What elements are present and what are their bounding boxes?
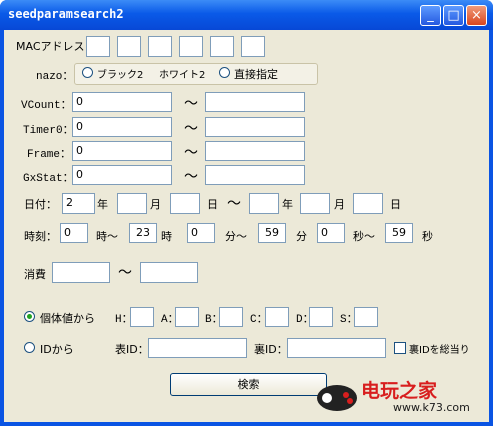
iv-mode-label[interactable]: 個体値から	[40, 310, 95, 326]
gxstat-tilde: ～	[184, 169, 198, 185]
nazo-label: nazo：	[36, 71, 74, 83]
title-bar[interactable]: seedparamsearch2 _ □ ×	[0, 0, 493, 30]
date-from-year-field[interactable]: 2	[62, 193, 95, 214]
watermark-brand: 电玩之家	[361, 380, 438, 402]
vcount-tilde: ～	[184, 96, 198, 112]
brute-sid-label[interactable]: 裏IDを総当り	[409, 341, 470, 356]
gamepad-logo-icon	[317, 385, 357, 411]
date-from-month-field[interactable]	[117, 193, 147, 214]
nazo-white2-label[interactable]: ホワイト2	[159, 66, 205, 81]
id-mode-label[interactable]: IDから	[40, 341, 74, 357]
timer0-label: Timer0：	[23, 125, 74, 137]
date-to-month-label: 月	[334, 198, 345, 211]
second-tilde-label: 秒～	[353, 230, 375, 243]
mac-field-3[interactable]	[148, 36, 172, 57]
date-to-year-label: 年	[282, 198, 293, 211]
hour-label: 時	[161, 230, 172, 243]
date-from-year-label: 年	[97, 198, 108, 211]
iv-c-field[interactable]	[265, 307, 289, 327]
gxstat-label: GxStat：	[23, 173, 74, 185]
date-label: 日付：	[24, 198, 57, 211]
timer0-tilde: ～	[184, 121, 198, 137]
iv-a-field[interactable]	[175, 307, 199, 327]
consume-label: 消費	[24, 268, 46, 281]
vcount-label: VCount：	[21, 100, 72, 112]
maximize-button[interactable]: □	[443, 5, 464, 26]
second-to-field[interactable]: 59	[385, 223, 413, 243]
gxstat-to-field[interactable]	[205, 165, 305, 185]
nazo-black2-radio[interactable]	[82, 67, 93, 78]
iv-h-field[interactable]	[130, 307, 154, 327]
frame-label: Frame：	[27, 149, 72, 161]
search-button[interactable]: 検索	[170, 373, 327, 396]
gxstat-from-field[interactable]: 0	[72, 165, 172, 185]
vcount-from-field[interactable]: 0	[72, 92, 172, 112]
hour-tilde-label: 時～	[96, 230, 118, 243]
mac-label: MACアドレス	[16, 40, 85, 53]
date-to-month-field[interactable]	[300, 193, 330, 214]
mac-field-4[interactable]	[179, 36, 203, 57]
vcount-to-field[interactable]	[205, 92, 305, 112]
time-label: 時刻：	[24, 230, 57, 243]
nazo-direct-label[interactable]: 直接指定	[234, 66, 278, 82]
date-to-day-field[interactable]	[353, 193, 383, 214]
minute-to-field[interactable]: 59	[258, 223, 286, 243]
frame-from-field[interactable]: 0	[72, 141, 172, 161]
timer0-from-field[interactable]: 0	[72, 117, 172, 137]
hour-from-field[interactable]: 0	[60, 223, 88, 243]
tid-field[interactable]	[148, 338, 247, 358]
consume-to-field[interactable]	[140, 262, 198, 283]
frame-tilde: ～	[184, 145, 198, 161]
mac-field-1[interactable]	[86, 36, 110, 57]
date-tilde: ～	[227, 196, 241, 212]
client-area: MACアドレス nazo： ブラック2 ホワイト2 直接指定 VCount： 0…	[4, 30, 489, 422]
consume-from-field[interactable]	[52, 262, 110, 283]
date-from-day-label: 日	[207, 198, 218, 211]
second-from-field[interactable]: 0	[317, 223, 345, 243]
iv-s-field[interactable]	[354, 307, 378, 327]
nazo-direct-radio[interactable]	[219, 67, 230, 78]
iv-mode-radio[interactable]	[24, 311, 35, 322]
sid-field[interactable]	[287, 338, 386, 358]
sid-label: 裏ID：	[254, 343, 288, 356]
minimize-button[interactable]: _	[420, 5, 441, 26]
hour-to-field[interactable]: 23	[129, 223, 157, 243]
nazo-black2-label[interactable]: ブラック2	[97, 66, 143, 81]
id-mode-radio[interactable]	[24, 342, 35, 353]
brute-sid-checkbox[interactable]	[394, 342, 406, 354]
minute-label: 分	[296, 230, 307, 243]
second-label: 秒	[422, 230, 433, 243]
date-from-day-field[interactable]	[170, 193, 200, 214]
date-to-day-label: 日	[390, 198, 401, 211]
watermark-url: www.k73.com	[393, 401, 470, 414]
mac-field-6[interactable]	[241, 36, 265, 57]
app-window: seedparamsearch2 _ □ × MACアドレス nazo： ブラッ…	[0, 0, 493, 426]
frame-to-field[interactable]	[205, 141, 305, 161]
minute-from-field[interactable]: 0	[187, 223, 215, 243]
consume-tilde: ～	[118, 265, 132, 281]
iv-b-field[interactable]	[219, 307, 243, 327]
tid-label: 表ID：	[115, 343, 149, 356]
close-button[interactable]: ×	[466, 5, 487, 26]
date-to-year-field[interactable]	[249, 193, 279, 214]
timer0-to-field[interactable]	[205, 117, 305, 137]
iv-d-field[interactable]	[309, 307, 333, 327]
minute-tilde-label: 分～	[225, 230, 247, 243]
mac-field-2[interactable]	[117, 36, 141, 57]
watermark: 电玩之家 www.k73.com	[315, 374, 485, 420]
window-title: seedparamsearch2	[8, 7, 124, 21]
date-from-month-label: 月	[150, 198, 161, 211]
mac-field-5[interactable]	[210, 36, 234, 57]
